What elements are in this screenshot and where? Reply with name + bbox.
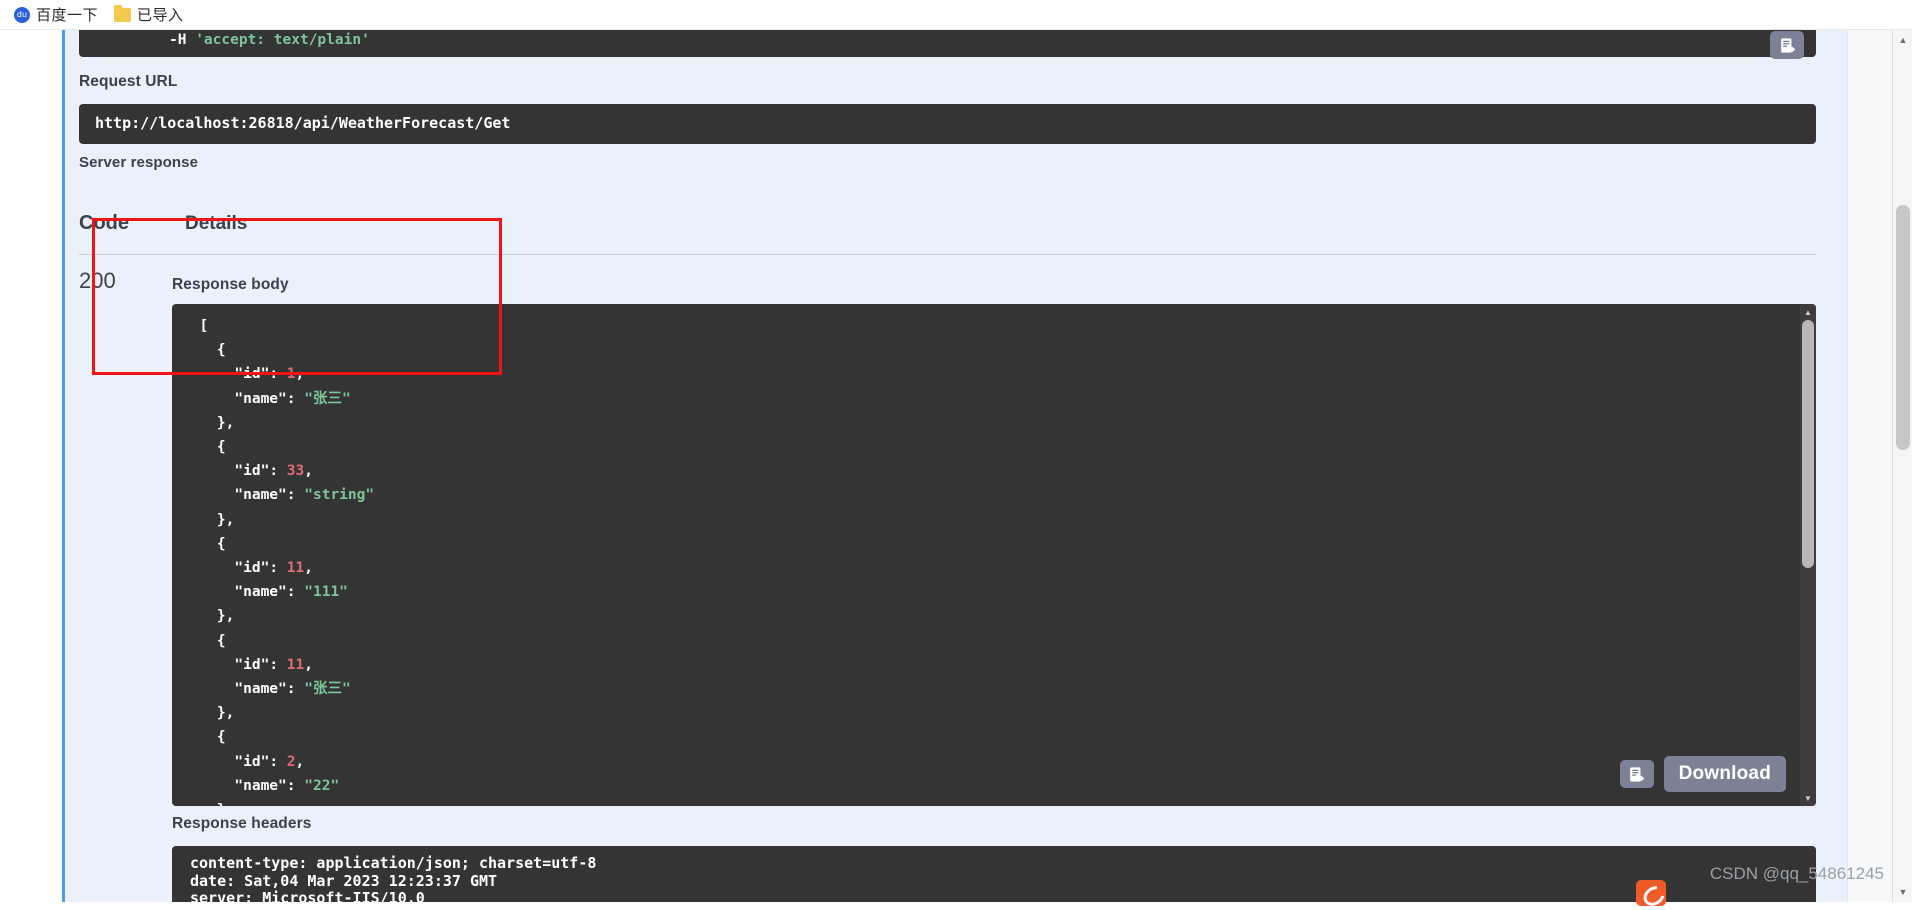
copy-to-clipboard-icon xyxy=(1778,36,1797,55)
response-body-label: Response body xyxy=(172,276,289,294)
page-scrollbar-thumb[interactable] xyxy=(1896,205,1910,450)
swagger-page: -H 'accept: text/plain' Request URL http… xyxy=(0,30,1912,902)
bookmark-baidu[interactable]: du 百度一下 xyxy=(6,2,106,27)
json-line: { xyxy=(182,629,374,653)
copy-to-clipboard-icon xyxy=(1627,765,1646,784)
json-line: { xyxy=(182,532,374,556)
scrollbar-thumb[interactable] xyxy=(1802,320,1814,568)
curl-command-line: -H 'accept: text/plain' xyxy=(169,32,370,48)
curl-header-value: 'accept: text/plain' xyxy=(195,32,370,48)
bookmark-label: 已导入 xyxy=(137,4,184,25)
json-line: "name": "张三" xyxy=(182,387,374,411)
json-line: "name": "张三" xyxy=(182,677,374,701)
json-line: { xyxy=(182,725,374,749)
json-line: }, xyxy=(182,604,374,628)
request-url-value: http://localhost:26818/api/WeatherForeca… xyxy=(95,114,510,132)
column-header-details: Details xyxy=(185,213,247,235)
response-header-line: date: Sat,04 Mar 2023 12:23:37 GMT xyxy=(190,873,596,891)
scroll-up-icon[interactable]: ▲ xyxy=(1800,305,1816,319)
server-response-label: Server response xyxy=(79,154,198,171)
page-scroll-down-icon[interactable]: ▼ xyxy=(1893,882,1912,902)
json-line: }, xyxy=(182,508,374,532)
json-line: { xyxy=(182,338,374,362)
json-line: }, xyxy=(182,411,374,435)
right-strip xyxy=(1847,30,1892,902)
request-url-box: http://localhost:26818/api/WeatherForeca… xyxy=(79,104,1816,144)
response-headers-panel: content-type: application/json; charset=… xyxy=(172,846,1816,902)
request-url-label: Request URL xyxy=(79,73,177,91)
page-scrollbar[interactable]: ▲ ▼ xyxy=(1892,30,1912,902)
json-line: "name": "111" xyxy=(182,580,374,604)
left-gutter xyxy=(0,30,62,902)
bookmark-label: 百度一下 xyxy=(36,4,98,25)
json-line: }, xyxy=(182,701,374,725)
json-line: "id": 11, xyxy=(182,653,374,677)
json-line: "id": 11, xyxy=(182,556,374,580)
response-headers-text: content-type: application/json; charset=… xyxy=(190,855,596,902)
json-line: { xyxy=(182,435,374,459)
json-line: "id": 33, xyxy=(182,459,374,483)
response-header-line: server: Microsoft-IIS/10.0 xyxy=(190,890,596,902)
response-body-panel: [ { "id": 1, "name": "张三" }, { "id": 33,… xyxy=(172,304,1816,806)
curl-flag: -H xyxy=(169,32,186,48)
csdn-watermark: CSDN @qq_54861245 xyxy=(1710,864,1884,884)
curl-command-box: -H 'accept: text/plain' xyxy=(79,30,1816,57)
json-line: "name": "22" xyxy=(182,774,374,798)
copy-response-button[interactable] xyxy=(1620,760,1654,788)
browser-bookmark-bar: du 百度一下 已导入 xyxy=(0,0,1912,30)
baidu-icon: du xyxy=(14,7,30,23)
csdn-logo-icon xyxy=(1636,880,1666,906)
status-code-value: 200 xyxy=(79,268,116,294)
bookmark-folder-imported[interactable]: 已导入 xyxy=(106,2,192,27)
table-divider xyxy=(79,254,1816,255)
scroll-down-icon[interactable]: ▼ xyxy=(1800,791,1816,805)
response-body-scrollbar[interactable]: ▲ ▼ xyxy=(1800,304,1816,806)
json-line: }, xyxy=(182,798,374,806)
folder-icon xyxy=(114,8,131,22)
page-content: -H 'accept: text/plain' Request URL http… xyxy=(65,30,1847,902)
copy-curl-button[interactable] xyxy=(1770,31,1804,59)
response-body-actions: Download xyxy=(1620,756,1786,792)
json-line: "id": 1, xyxy=(182,362,374,386)
page-scroll-up-icon[interactable]: ▲ xyxy=(1893,30,1912,50)
response-body-json: [ { "id": 1, "name": "张三" }, { "id": 33,… xyxy=(182,314,374,806)
json-line: [ xyxy=(182,314,374,338)
response-header-line: content-type: application/json; charset=… xyxy=(190,855,596,873)
download-button[interactable]: Download xyxy=(1664,756,1786,792)
response-headers-label: Response headers xyxy=(172,815,311,833)
column-header-code: Code xyxy=(79,212,129,235)
json-line: "name": "string" xyxy=(182,483,374,507)
json-line: "id": 2, xyxy=(182,750,374,774)
